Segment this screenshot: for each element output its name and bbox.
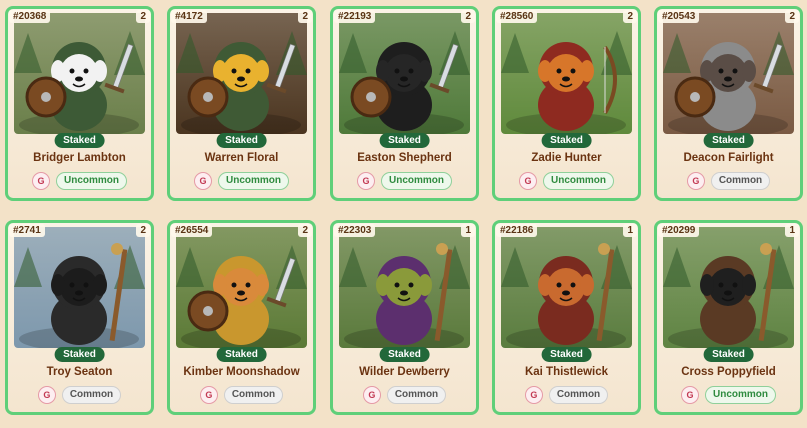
nft-card[interactable]: #22193 2 Staked Easton Shepherd G Uncommo… — [330, 6, 479, 201]
nft-card[interactable]: #2741 2 Staked Troy Seaton G Common — [5, 220, 154, 415]
staked-badge: Staked — [379, 133, 430, 148]
rarity-badge: Uncommon — [218, 172, 289, 190]
staked-badge: Staked — [54, 133, 105, 148]
token-id: #4172 — [171, 10, 207, 23]
character-artwork — [501, 13, 632, 134]
staked-badge: Staked — [216, 133, 267, 148]
character-artwork — [663, 227, 794, 348]
level-badge: 2 — [298, 10, 312, 23]
token-id: #20543 — [658, 10, 700, 23]
character-artwork — [501, 227, 632, 348]
rarity-badge: Uncommon — [56, 172, 127, 190]
rarity-badge: Common — [223, 386, 284, 404]
character-artwork — [176, 13, 307, 134]
nft-card[interactable]: #20543 2 Staked Deacon Fairlight G Common — [654, 6, 803, 201]
grade-badge: G — [524, 386, 543, 404]
grade-badge: G — [32, 172, 50, 190]
character-name: Zadie Hunter — [531, 152, 602, 164]
rarity-badge: Common — [61, 386, 122, 404]
token-id: #28560 — [496, 10, 538, 23]
character-name: Deacon Fairlight — [683, 152, 774, 164]
character-name: Cross Poppyfield — [681, 366, 776, 378]
nft-card[interactable]: #28560 2 Staked Zadie Hunter G Uncommon — [492, 6, 641, 201]
level-badge: 2 — [298, 224, 312, 237]
grade-badge: G — [199, 386, 218, 404]
level-badge: 1 — [623, 224, 637, 237]
token-id: #2741 — [9, 224, 45, 237]
character-artwork — [176, 227, 307, 348]
grade-badge: G — [681, 386, 699, 404]
rarity-badge: Common — [386, 386, 447, 404]
token-id: #22193 — [334, 10, 376, 23]
rarity-badge: Common — [710, 172, 771, 190]
character-name: Bridger Lambton — [33, 152, 126, 164]
staked-badge: Staked — [541, 347, 592, 362]
grade-badge: G — [357, 172, 375, 190]
shield-icon — [674, 76, 716, 118]
level-badge: 2 — [136, 224, 150, 237]
level-badge: 1 — [461, 224, 475, 237]
grade-badge: G — [519, 172, 537, 190]
character-name: Kimber Moonshadow — [183, 366, 300, 378]
staked-badge: Staked — [541, 133, 592, 148]
token-id: #22303 — [334, 224, 376, 237]
rarity-badge: Common — [548, 386, 609, 404]
level-badge: 2 — [785, 10, 799, 23]
grade-badge: G — [194, 172, 212, 190]
token-id: #20368 — [9, 10, 51, 23]
character-artwork — [14, 13, 145, 134]
grade-badge: G — [37, 386, 56, 404]
shield-icon — [187, 290, 229, 332]
character-name: Wilder Dewberry — [359, 366, 450, 378]
staked-badge: Staked — [703, 347, 754, 362]
character-artwork — [14, 227, 145, 348]
nft-card[interactable]: #22186 1 Staked Kai Thistlewick G Common — [492, 220, 641, 415]
level-badge: 2 — [136, 10, 150, 23]
level-badge: 2 — [461, 10, 475, 23]
nft-card[interactable]: #22303 1 Staked Wilder Dewberry G Common — [330, 220, 479, 415]
character-name: Kai Thistlewick — [524, 366, 609, 378]
staked-badge: Staked — [216, 347, 267, 362]
nft-card[interactable]: #4172 2 Staked Warren Floral G Uncommon — [167, 6, 316, 201]
character-artwork — [339, 13, 470, 134]
character-name: Easton Shepherd — [357, 152, 452, 164]
staked-badge: Staked — [379, 347, 430, 362]
staked-badge: Staked — [54, 347, 105, 362]
grade-badge: G — [686, 172, 705, 190]
character-name: Troy Seaton — [46, 366, 113, 378]
rarity-badge: Uncommon — [381, 172, 452, 190]
token-id: #20299 — [658, 224, 700, 237]
token-id: #26554 — [171, 224, 213, 237]
nft-card[interactable]: #26554 2 Staked Kimber Moonshadow G Commo… — [167, 220, 316, 415]
rarity-badge: Uncommon — [705, 386, 776, 404]
shield-icon — [350, 76, 392, 118]
level-badge: 1 — [785, 224, 799, 237]
character-artwork — [663, 13, 794, 134]
nft-card[interactable]: #20368 2 Staked Bridger Lambton G Uncommo… — [5, 6, 154, 201]
staked-badge: Staked — [703, 133, 754, 148]
level-badge: 2 — [623, 10, 637, 23]
character-artwork — [339, 227, 470, 348]
grade-badge: G — [362, 386, 381, 404]
shield-icon — [25, 76, 67, 118]
nft-card[interactable]: #20299 1 Staked Cross Poppyfield G Uncomm… — [654, 220, 803, 415]
character-name: Warren Floral — [204, 152, 279, 164]
token-id: #22186 — [496, 224, 538, 237]
nft-card-grid: #20368 2 Staked Bridger Lambton G Uncommo… — [0, 0, 807, 428]
rarity-badge: Uncommon — [543, 172, 614, 190]
shield-icon — [187, 76, 229, 118]
